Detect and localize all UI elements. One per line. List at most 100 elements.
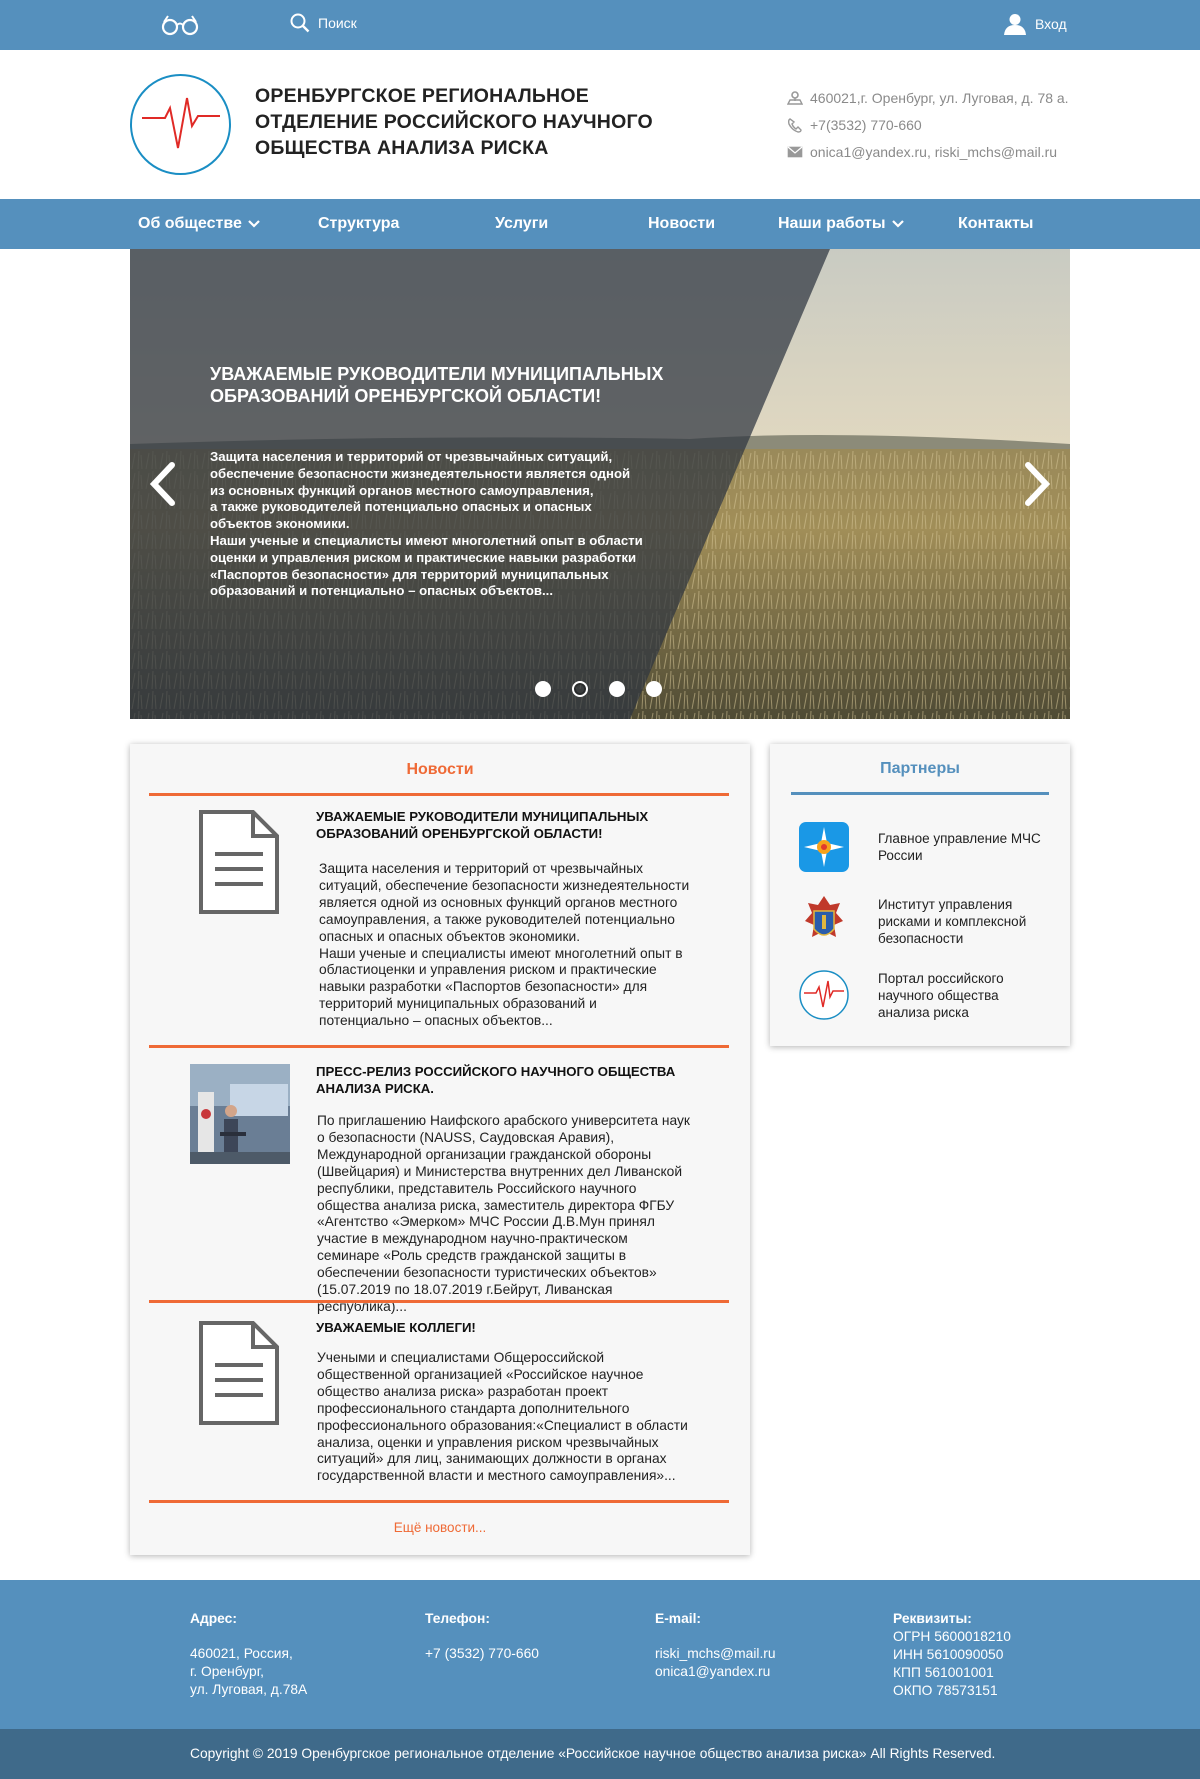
nav-item-our-works[interactable]: Наши работы [778,215,904,233]
footer-requisite: КПП 561001001 [893,1665,994,1680]
site-logo[interactable] [130,74,231,175]
partner-item[interactable]: Институт управления рисками и комплексно… [798,895,1048,947]
slider-dot[interactable] [646,681,662,697]
address-row: 460021,г. Оренбург, ул. Луговая, д. 78 а… [787,84,1069,111]
partners-panel-title: Партнеры [880,760,960,777]
nav-item-label: Об обществе [138,215,242,232]
footer-requisites-title: Реквизиты: [893,1611,972,1626]
glasses-icon[interactable] [160,14,200,36]
footer-email-address[interactable]: riski_mchs@mail.ru [655,1645,776,1663]
hero-text: Защита населения и территорий от чрезвыч… [210,449,643,599]
divider [149,1300,729,1303]
news-item-text: Учеными и специалистами Общероссийской о… [317,1350,688,1484]
nav-item-about[interactable]: Об обществе [138,215,260,233]
footer-email-address[interactable]: onica1@yandex.ru [655,1663,776,1681]
slider-dot-active[interactable] [572,681,588,697]
slider-dot[interactable] [609,681,625,697]
news-item-text: Защита населения и территорий от чрезвыч… [319,861,690,1029]
footer-requisite: ИНН 5610090050 [893,1647,1004,1662]
search-icon [290,13,310,33]
org-title-line: ОРЕНБУРГСКОЕ РЕГИОНАЛЬНОЕ [255,85,589,107]
email-row: onica1@yandex.ru, riski_mchs@mail.ru [787,138,1069,165]
news-item-text: По приглашению Наифского арабского униве… [317,1113,690,1314]
search-link[interactable]: Поиск [290,13,357,33]
news-panel-title: Новости [406,761,474,778]
divider [149,1045,729,1048]
chevron-down-icon [891,220,904,228]
divider [791,792,1049,795]
nav-item-label: Услуги [495,215,549,232]
email-text[interactable]: onica1@yandex.ru, riski_mchs@mail.ru [810,144,1057,160]
news-item-body: Учеными и специалистами Общероссийской о… [190,1350,690,1485]
footer-requisites: Реквизиты: ОГРН 5600018210 ИНН 561009005… [893,1610,1011,1700]
footer-requisite: ОКПО 78573151 [893,1683,998,1698]
login-label: Вход [1035,16,1067,32]
news-item: УВАЖАЕМЫЕ РУКОВОДИТЕЛИ МУНИЦИПАЛЬНЫХ ОБР… [190,809,690,1028]
search-label: Поиск [318,15,357,31]
slider-prev-arrow-icon[interactable] [148,461,178,507]
news-item-title[interactable]: ПРЕСС-РЕЛИЗ РОССИЙСКОГО НАУЧНОГО ОБЩЕСТВ… [316,1064,686,1097]
footer-phone-number[interactable]: +7 (3532) 770-660 [425,1645,539,1663]
nav-item-structure[interactable]: Структура [318,215,399,233]
mchs-emblem-icon [798,821,850,873]
divider [149,793,729,796]
footer-address-line: ул. Луговая, д.78А [190,1682,308,1697]
partner-label: Главное управление МЧС России [878,831,1041,863]
main-nav: Об обществе Структура Услуги Новости Наш… [0,199,1200,249]
nav-item-label: Контакты [958,215,1034,232]
location-icon [787,90,803,105]
partner-item[interactable]: Портал российского научного общества ана… [798,969,1048,1021]
slider-next-arrow-icon[interactable] [1022,461,1052,507]
phone-text[interactable]: +7(3532) 770-660 [810,117,922,133]
footer-address: Адрес: 460021, Россия, г. Оренбург, ул. … [190,1610,307,1699]
nav-item-label: Структура [318,215,400,232]
footer-phone: Телефон: +7 (3532) 770-660 [425,1610,539,1663]
login-link[interactable]: Вход [1004,13,1067,35]
news-item-body: Защита населения и территорий от чрезвыч… [190,861,690,1030]
institute-emblem-icon [798,895,850,947]
footer: Адрес: 460021, Россия, г. Оренбург, ул. … [0,1580,1200,1729]
news-item-body: По приглашению Наифского арабского униве… [190,1113,690,1316]
footer-phone-title: Телефон: [425,1611,490,1626]
org-title-line: ОБЩЕСТВА АНАЛИЗА РИСКА [255,137,549,159]
org-title-line: ОТДЕЛЕНИЕ РОССИЙСКОГО НАУЧНОГО [255,111,653,133]
footer-address-title: Адрес: [190,1611,237,1626]
user-icon [1004,14,1026,35]
slider-dot[interactable] [535,681,551,697]
risk-society-logo-icon [142,97,220,149]
nav-item-label: Наши работы [778,215,886,232]
top-bar: Поиск Вход [0,0,1200,50]
partner-item[interactable]: Главное управление МЧС России [798,821,1048,873]
address-text: 460021,г. Оренбург, ул. Луговая, д. 78 а… [810,89,1069,106]
partners-panel: Партнеры Главное управление МЧС России И… [770,744,1070,1046]
news-item: УВАЖАЕМЫЕ КОЛЛЕГИ! Учеными и специалиста… [190,1320,690,1490]
nav-item-services[interactable]: Услуги [495,215,548,233]
footer-requisite: ОГРН 5600018210 [893,1629,1011,1644]
chevron-down-icon [248,220,260,228]
more-news-link[interactable]: Ещё новости... [130,1520,750,1535]
news-item-title[interactable]: УВАЖАЕМЫЕ РУКОВОДИТЕЛИ МУНИЦИПАЛЬНЫХ ОБР… [316,809,686,842]
nav-item-news[interactable]: Новости [648,215,715,233]
divider [149,1500,729,1503]
mail-icon [787,146,803,157]
hero-title: УВАЖАЕМЫЕ РУКОВОДИТЕЛИ МУНИЦИПАЛЬНЫХ ОБР… [210,364,664,406]
slider-dots [535,681,662,697]
partner-label: Институт управления рисками и комплексно… [878,896,1027,946]
footer-email: E-mail: riski_mchs@mail.ru onica1@yandex… [655,1610,776,1681]
footer-address-line: 460021, Россия, [190,1646,293,1661]
header-contacts: 460021,г. Оренбург, ул. Луговая, д. 78 а… [787,84,1069,165]
nav-item-contacts[interactable]: Контакты [958,215,1033,233]
phone-icon [787,117,802,133]
news-item: ПРЕСС-РЕЛИЗ РОССИЙСКОГО НАУЧНОГО ОБЩЕСТВ… [190,1064,690,1314]
partner-label: Портал российского научного общества ана… [878,970,1004,1020]
phone-row: +7(3532) 770-660 [787,111,1069,138]
footer-address-line: г. Оренбург, [190,1664,264,1679]
nav-item-label: Новости [648,215,716,232]
news-item-title[interactable]: УВАЖАЕМЫЕ КОЛЛЕГИ! [316,1320,686,1337]
copyright: Copyright © 2019 Оренбургское региональн… [0,1729,1200,1779]
footer-email-title: E-mail: [655,1611,701,1626]
hero-slider: УВАЖАЕМЫЕ РУКОВОДИТЕЛИ МУНИЦИПАЛЬНЫХ ОБР… [130,249,1070,719]
